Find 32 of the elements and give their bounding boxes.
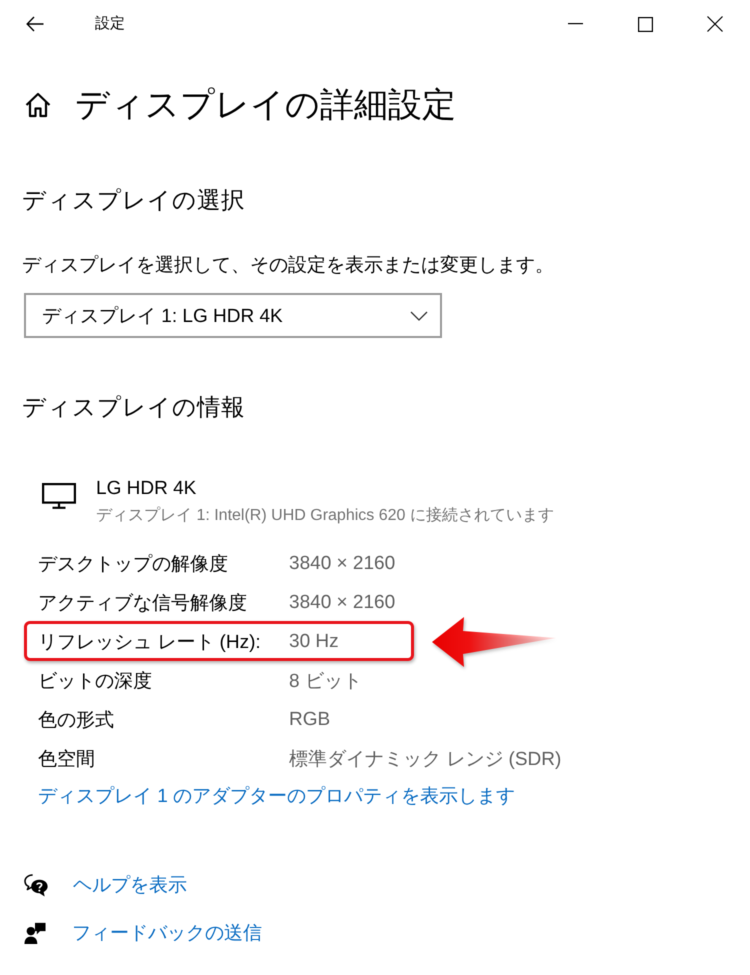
info-label: 色の形式 bbox=[38, 708, 115, 732]
minimize-icon bbox=[568, 23, 582, 25]
section-heading: ディスプレイの情報 bbox=[21, 393, 246, 422]
chevron-icon bbox=[410, 310, 428, 320]
info-value: 30 Hz bbox=[289, 630, 339, 652]
page-title: ディスプレイの詳細設定 bbox=[75, 85, 456, 126]
info-value: RGB bbox=[289, 708, 330, 730]
feedback-link[interactable]: フィードバックの送信 bbox=[24, 909, 262, 957]
display-dropdown[interactable]: ディスプレイ 1: LG HDR 4K bbox=[24, 293, 442, 338]
info-label: ビットの深度 bbox=[38, 670, 153, 694]
adapter-properties-link[interactable]: ディスプレイ 1 のアダプターのプロパティを表示します bbox=[38, 784, 516, 810]
info-value: 3840 × 2160 bbox=[289, 552, 396, 574]
section-heading: ディスプレイの選択 bbox=[21, 186, 246, 215]
feedback-icon bbox=[24, 922, 46, 944]
info-value: 8 ビット bbox=[289, 670, 362, 694]
window-title: 設定 bbox=[95, 14, 125, 33]
info-label: リフレッシュ レート (Hz): bbox=[38, 630, 262, 654]
info-value: 3840 × 2160 bbox=[289, 592, 396, 614]
back-arrow-icon bbox=[26, 16, 44, 32]
monitor-icon bbox=[42, 483, 76, 509]
help-icon bbox=[24, 874, 49, 896]
close-icon bbox=[707, 16, 723, 32]
home-icon bbox=[25, 92, 51, 118]
section-description: ディスプレイを選択して、その設定を表示または変更します。 bbox=[21, 254, 555, 278]
info-label: アクティブな信号解像度 bbox=[38, 592, 248, 616]
info-value: 標準ダイナミック レンジ (SDR) bbox=[289, 748, 562, 772]
info-label: デスクトップの解像度 bbox=[38, 552, 229, 576]
monitor-name: LG HDR 4K bbox=[96, 477, 196, 501]
info-label: 色空間 bbox=[38, 748, 96, 772]
help-link[interactable]: ヘルプを表示 bbox=[24, 861, 187, 909]
maximize-icon bbox=[638, 16, 652, 32]
monitor-connection: ディスプレイ 1: Intel(R) UHD Graphics 620 に接続されています bbox=[96, 506, 554, 526]
